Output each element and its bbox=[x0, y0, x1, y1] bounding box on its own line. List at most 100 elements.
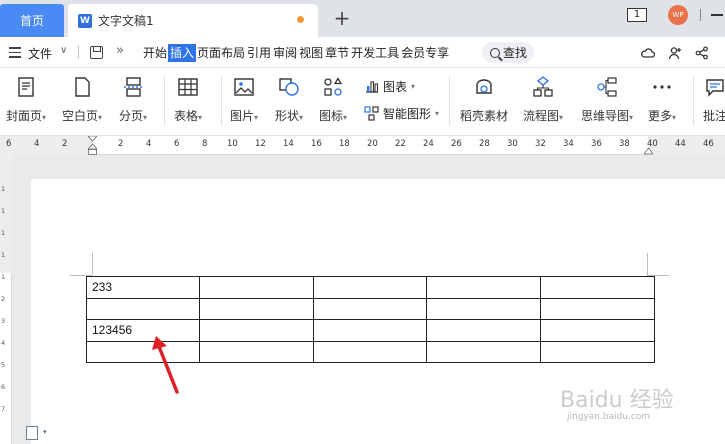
title-bar: 首页 W 文字文稿1 + 1 WP bbox=[0, 0, 725, 37]
table-row bbox=[86, 297, 655, 320]
user-avatar[interactable]: WP bbox=[668, 5, 688, 25]
ribbon-divider bbox=[693, 76, 694, 126]
smart-graphic-label: 智能图形 bbox=[383, 107, 432, 121]
horizontal-ruler[interactable]: 6 4 2 2 4 6 8 10 12 14 16 18 20 22 24 26… bbox=[0, 136, 725, 155]
save-icon[interactable] bbox=[90, 46, 103, 59]
ribbon-divider bbox=[449, 76, 450, 126]
icons-button[interactable]: 图标▾ bbox=[319, 76, 347, 124]
tab-view[interactable]: 视图 bbox=[298, 44, 324, 62]
mindmap-icon bbox=[597, 77, 617, 97]
search-button[interactable]: 查找 bbox=[482, 42, 534, 63]
ribbon-divider bbox=[164, 76, 165, 126]
insert-ribbon: 封面页▾ 空白页▾ 分页▾ 表格▾ 图片▾ 形状▾ 图标▾ 图表 ▾ 智能图形 ▾ … bbox=[0, 68, 725, 136]
watermark-url: jingyan.baidu.com bbox=[567, 412, 651, 422]
shape-button[interactable]: 形状▾ bbox=[275, 76, 303, 124]
hamburger-menu-icon[interactable] bbox=[9, 47, 21, 58]
expand-chevrons-icon[interactable]: » bbox=[116, 43, 124, 58]
indent-marker-icon[interactable] bbox=[88, 136, 97, 155]
page-break-label: 分页 bbox=[119, 109, 144, 123]
tab-developer[interactable]: 开发工具 bbox=[350, 44, 400, 62]
daoke-material-button[interactable]: 稻壳素材 bbox=[460, 76, 508, 124]
window-count-badge[interactable]: 1 bbox=[627, 8, 647, 22]
table-cell[interactable] bbox=[199, 297, 314, 320]
tab-member[interactable]: 会员专享 bbox=[400, 44, 450, 62]
ruler-number: 2 bbox=[118, 139, 124, 149]
more-button[interactable]: 更多▾ bbox=[648, 76, 676, 124]
ruler-number: 44 bbox=[675, 139, 686, 149]
tab-document[interactable]: W 文字文稿1 bbox=[68, 4, 318, 37]
page-view-icon[interactable] bbox=[26, 426, 38, 440]
ruler-number: 36 bbox=[591, 139, 602, 149]
table-cell[interactable] bbox=[426, 319, 541, 342]
annotate-button[interactable]: 批注 bbox=[703, 76, 725, 124]
titlebar-divider bbox=[700, 9, 701, 21]
table-cell[interactable] bbox=[313, 276, 427, 299]
page-break-button[interactable]: 分页▾ bbox=[119, 76, 147, 124]
ruler-number: 30 bbox=[507, 139, 518, 149]
tab-insert[interactable]: 插入 bbox=[168, 43, 197, 62]
menu-tabs: 开始 插入 页面布局 引用 审阅 视图 章节 开发工具 会员专享 bbox=[142, 37, 450, 68]
chart-button[interactable]: 图表 ▾ bbox=[364, 78, 415, 95]
right-indent-marker-icon[interactable] bbox=[644, 142, 653, 155]
vruler-number: 1 bbox=[1, 229, 6, 237]
table-row: 233 bbox=[86, 276, 655, 299]
chevron-down-icon[interactable]: ∨ bbox=[60, 45, 67, 56]
table-cell[interactable] bbox=[540, 319, 655, 342]
new-tab-button[interactable]: + bbox=[332, 8, 352, 28]
tab-page-layout[interactable]: 页面布局 bbox=[196, 44, 246, 62]
vertical-ruler[interactable]: 1 1 1 1 1 2 3 4 5 6 7 bbox=[0, 155, 12, 444]
document-title: 文字文稿1 bbox=[98, 14, 154, 28]
ruler-number: 32 bbox=[535, 139, 546, 149]
table-cell[interactable]: 233 bbox=[86, 276, 200, 299]
mindmap-button[interactable]: 思维导图▾ bbox=[581, 76, 633, 124]
mindmap-label: 思维导图 bbox=[581, 109, 630, 123]
table-button[interactable]: 表格▾ bbox=[174, 76, 202, 124]
tab-chapter[interactable]: 章节 bbox=[324, 44, 350, 62]
flowchart-button[interactable]: 流程图▾ bbox=[523, 76, 563, 124]
tab-start[interactable]: 开始 bbox=[142, 44, 168, 62]
table-cell[interactable] bbox=[199, 276, 314, 299]
file-menu[interactable]: 文件 bbox=[28, 45, 52, 62]
smart-graphic-button[interactable]: 智能图形 ▾ bbox=[364, 105, 439, 122]
tab-references[interactable]: 引用 bbox=[246, 44, 272, 62]
share-icon[interactable] bbox=[695, 46, 709, 60]
page-break-icon bbox=[124, 77, 143, 97]
ruler-number: 46 bbox=[703, 139, 714, 149]
table-cell[interactable] bbox=[540, 276, 655, 299]
vruler-number: 1 bbox=[1, 185, 6, 193]
ruler-number: 14 bbox=[283, 139, 294, 149]
table-cell[interactable] bbox=[426, 340, 541, 363]
comment-icon bbox=[706, 79, 724, 97]
vruler-number: 7 bbox=[1, 405, 6, 413]
table-cell[interactable] bbox=[86, 297, 200, 320]
ruler-number: 34 bbox=[563, 139, 574, 149]
chevron-down-icon[interactable]: ▾ bbox=[43, 428, 47, 436]
table-cell[interactable] bbox=[199, 319, 314, 342]
vruler-number: 3 bbox=[1, 317, 6, 325]
cloud-icon[interactable] bbox=[641, 46, 655, 60]
chart-icon bbox=[366, 81, 379, 93]
page-margin-corner bbox=[647, 253, 648, 275]
table-cell[interactable] bbox=[313, 319, 427, 342]
table-cell[interactable] bbox=[540, 340, 655, 363]
tab-home[interactable]: 首页 bbox=[0, 4, 64, 37]
table-cell[interactable] bbox=[540, 297, 655, 320]
table-cell[interactable] bbox=[199, 340, 314, 363]
minimize-icon[interactable] bbox=[711, 14, 723, 16]
tab-review[interactable]: 审阅 bbox=[272, 44, 298, 62]
table-cell[interactable] bbox=[426, 297, 541, 320]
table-label: 表格 bbox=[174, 109, 199, 123]
table-cell[interactable] bbox=[313, 297, 427, 320]
table-cell[interactable] bbox=[426, 276, 541, 299]
picture-button[interactable]: 图片▾ bbox=[230, 76, 258, 124]
vruler-number: 5 bbox=[1, 361, 6, 369]
ruler-number: 24 bbox=[423, 139, 434, 149]
table-cell[interactable] bbox=[313, 340, 427, 363]
add-user-icon[interactable] bbox=[668, 46, 682, 60]
blank-page-button[interactable]: 空白页▾ bbox=[62, 76, 102, 124]
annotate-label: 批注 bbox=[703, 109, 725, 123]
search-icon bbox=[490, 47, 500, 58]
vruler-number: 1 bbox=[1, 273, 6, 281]
watermark-logo: Baidu 经验 bbox=[560, 388, 674, 413]
cover-page-button[interactable]: 封面页▾ bbox=[6, 76, 46, 124]
